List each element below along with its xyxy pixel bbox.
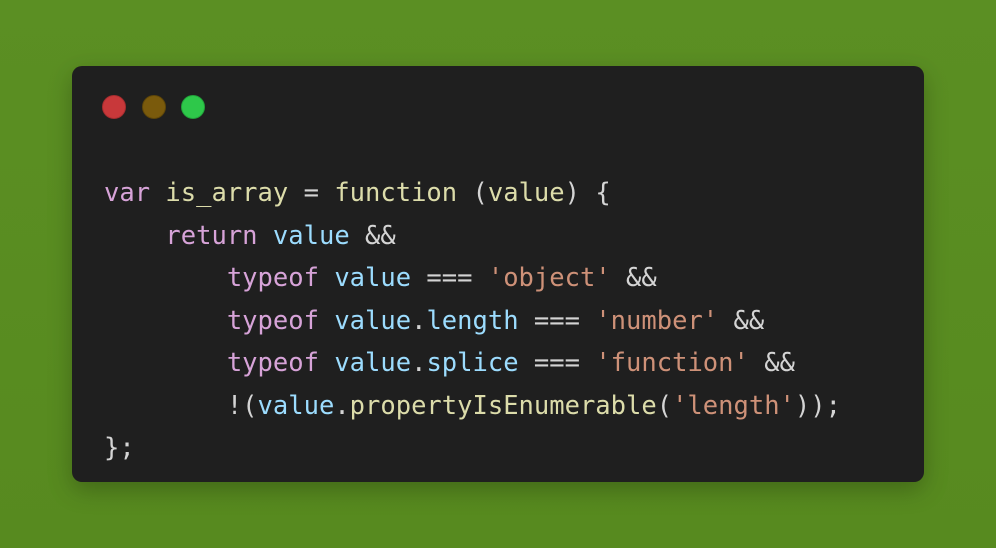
code-line-2: return value &&: [104, 215, 841, 258]
variable-value: value: [334, 348, 412, 378]
variable-value: value: [334, 263, 412, 293]
string-object: 'object': [487, 263, 611, 293]
keyword-typeof: typeof: [226, 348, 319, 378]
string-length: 'length': [672, 390, 795, 421]
keyword-var: var: [104, 178, 151, 208]
code-line-6: !(value.propertyIsEnumerable('length'));: [104, 385, 841, 428]
and-operator: &&: [610, 263, 657, 293]
variable-value: value: [257, 390, 335, 421]
keyword-typeof: typeof: [226, 305, 319, 336]
property-splice: splice: [426, 348, 519, 378]
code-line-1: var is_array = function (value) {: [104, 172, 841, 215]
and-operator: &&: [748, 348, 795, 378]
dot-accessor: .: [411, 305, 427, 336]
param-value: value: [487, 178, 565, 208]
paren-open: (: [457, 178, 488, 208]
strict-equal-operator: ===: [518, 348, 596, 378]
paren-close-brace: ) {: [564, 178, 611, 208]
keyword-typeof: typeof: [226, 263, 319, 293]
not-paren-open: !(: [226, 390, 258, 421]
strict-equal-operator: ===: [411, 263, 488, 293]
variable-value: value: [334, 305, 412, 336]
property-length: length: [426, 305, 519, 336]
variable-value: value: [272, 220, 350, 251]
function-name: is_array: [165, 178, 289, 208]
string-number: 'number': [595, 305, 719, 336]
code-line-7: };: [104, 427, 841, 470]
code-line-3: typeof value === 'object' &&: [104, 257, 841, 300]
code-window: var is_array = function (value) { return…: [72, 66, 924, 482]
minimize-button[interactable]: [142, 95, 166, 119]
paren-close-semicolon: ));: [794, 390, 841, 421]
dot-accessor: .: [411, 348, 427, 378]
assign-operator: =: [288, 178, 335, 208]
string-function: 'function': [595, 348, 749, 378]
code-line-4: typeof value.length === 'number' &&: [104, 300, 841, 343]
code-block: var is_array = function (value) { return…: [104, 172, 841, 470]
code-line-5: typeof value.splice === 'function' &&: [104, 342, 841, 385]
keyword-function: function: [334, 178, 458, 208]
and-operator: &&: [718, 305, 765, 336]
strict-equal-operator: ===: [518, 305, 596, 336]
dot-accessor: .: [334, 390, 350, 421]
and-operator: &&: [349, 220, 396, 251]
keyword-return: return: [165, 220, 258, 251]
close-button[interactable]: [102, 95, 126, 119]
window-titlebar: [72, 66, 924, 146]
paren-open: (: [656, 390, 673, 421]
closing-brace: };: [104, 433, 135, 463]
method-property-is-enumerable: propertyIsEnumerable: [349, 390, 657, 421]
maximize-button[interactable]: [181, 95, 205, 119]
